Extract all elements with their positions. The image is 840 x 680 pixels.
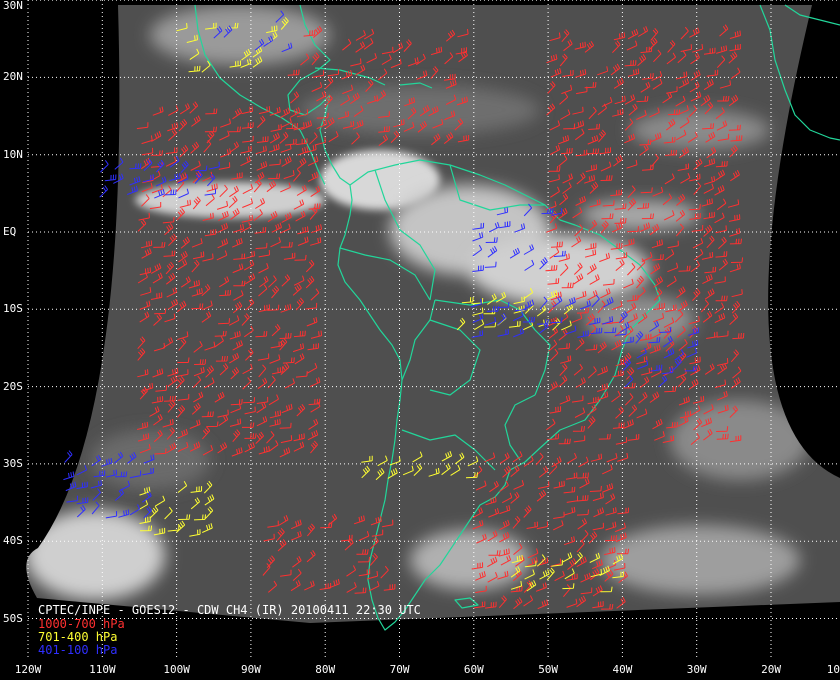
cloud-itcz-west [135,182,325,218]
wind-barb-high [63,471,75,481]
satellite-wind-map: 30N 20N 10N EQ 10S 20S 30S 40S 50S 120W 110W 100W 90… [0,0,840,680]
longitude-label: 40W [612,663,633,676]
cloud-south-atlantic-front [600,525,800,595]
longitude-label: 90W [241,663,261,676]
longitude-label: 20W [761,663,781,676]
latitude-label: 50S [3,611,23,625]
latitude-label: 30S [3,456,23,470]
wind-barb-high [104,174,117,182]
longitude-label: 110W [89,663,116,676]
latitude-label: 10N [3,147,23,161]
legend-high-level: 401-100 hPa [38,644,117,657]
cloud-pacific-cyclone [26,510,165,600]
longitude-label: 120W [14,663,42,676]
latitude-label: 30N [3,0,23,12]
cloud-argentina-cyclone [410,530,530,590]
product-title: CPTEC/INPE - GOES12 - CDW CH4 (IR) 20100… [38,604,421,617]
legend-low-level-label: 1000-700 hPa [38,617,125,631]
latitude-label: 10S [3,302,23,316]
legend-mid-level-label: 701-400 hPa [38,630,118,644]
latitude-label: EQ [3,225,17,238]
product-title-text: CPTEC/INPE - GOES12 - CDW CH4 (IR) 20100… [38,603,421,617]
latitude-label: 20N [3,70,23,84]
longitude-label: 70W [389,663,410,676]
latitude-label: 20S [3,379,23,393]
wind-barb-high [99,185,109,198]
longitude-label: 80W [315,663,336,676]
longitude-label: 60W [463,663,484,676]
latitude-label: 40S [3,534,23,548]
wind-barb-high [64,450,73,463]
longitude-label: 50W [538,663,559,676]
wind-barb-high [100,160,109,173]
cloud-caribbean [300,85,540,135]
longitude-label: 30W [686,663,707,676]
legend-high-level-label: 401-100 hPa [38,643,118,657]
cloud-south-pacific [90,430,210,490]
map-canvas [26,0,840,660]
longitude-label: 100W [163,663,190,676]
longitude-label: 10 [826,663,840,676]
